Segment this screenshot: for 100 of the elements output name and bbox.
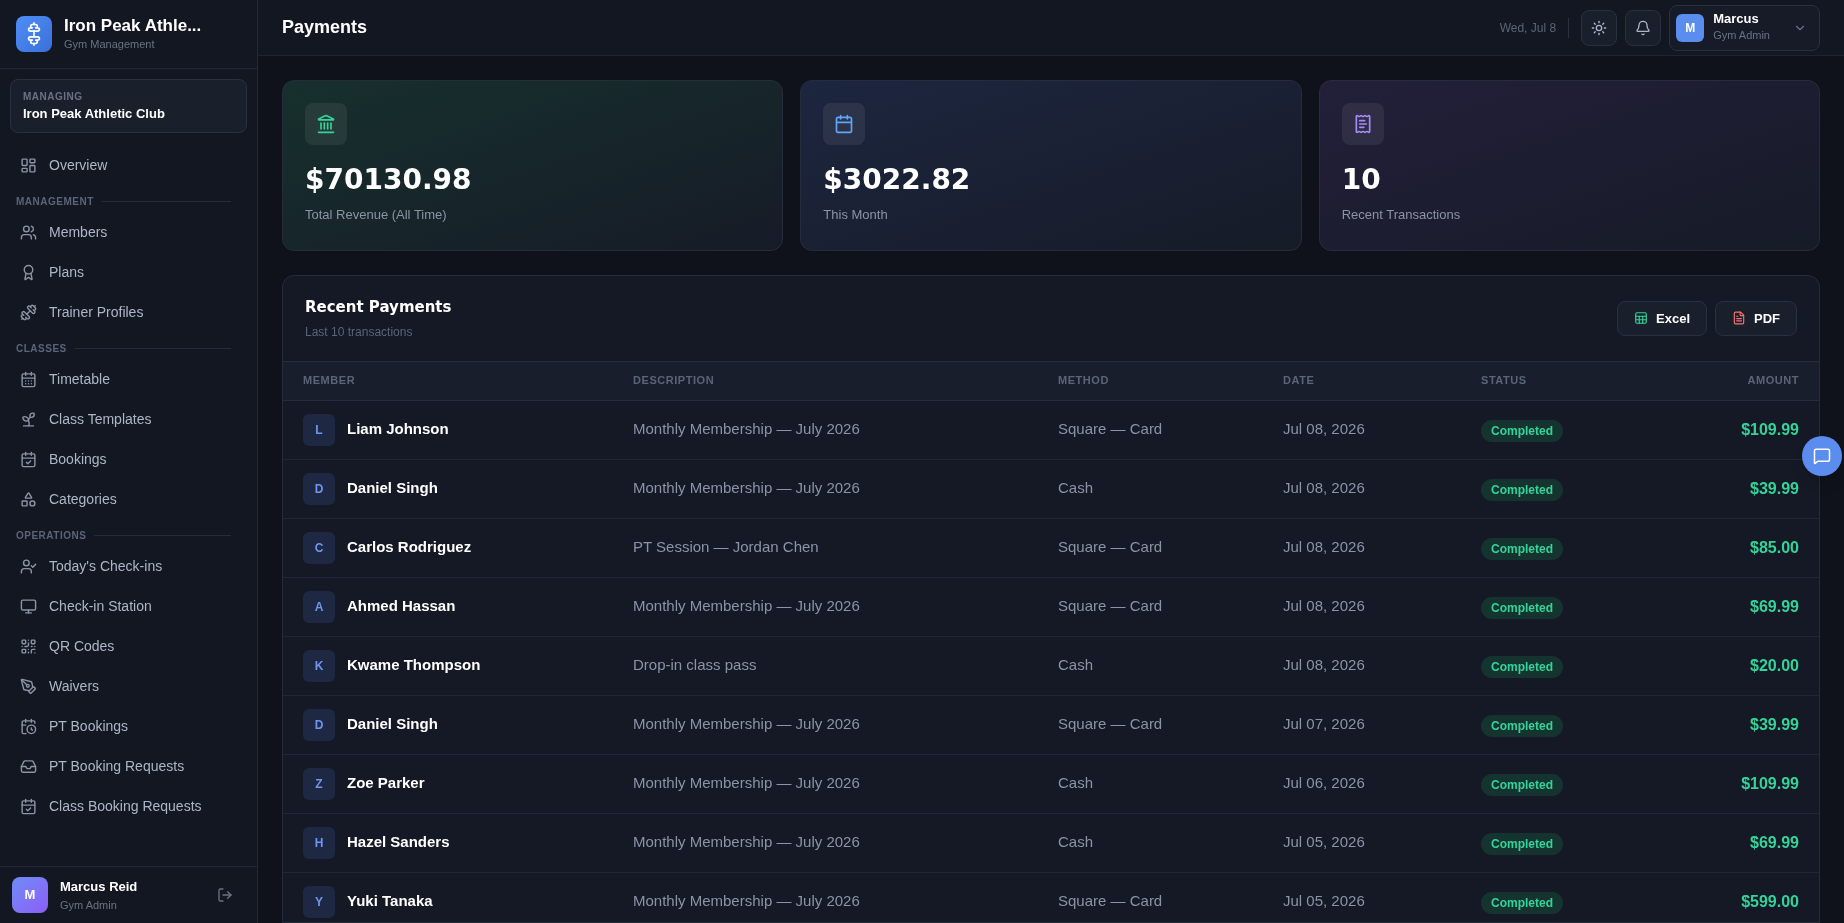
status-badge: Completed xyxy=(1481,714,1563,737)
method-cell-text: Cash xyxy=(1058,832,1095,853)
notifications-button[interactable] xyxy=(1625,9,1662,46)
amount-cell-text: $109.99 xyxy=(1740,419,1799,440)
nav-item[interactable]: Overview xyxy=(16,145,241,186)
method-cell-text: Cash xyxy=(1058,478,1095,499)
method-cell-text: Square — Card xyxy=(1058,537,1164,558)
member-avatar: L xyxy=(303,413,335,446)
description-cell-text: PT Session — Jordan Chen xyxy=(633,537,820,558)
card-subtitle: Last 10 transactions xyxy=(305,323,414,341)
shapes-icon xyxy=(20,490,37,508)
date-cell-text: Jul 08, 2026 xyxy=(1283,596,1366,617)
nav-item[interactable]: Timetable xyxy=(16,359,241,400)
nav-item[interactable]: Check-in Station xyxy=(16,586,241,627)
status-badge: Completed xyxy=(1481,832,1563,855)
status-badge: Completed xyxy=(1481,596,1563,619)
amount-cell-text: $69.99 xyxy=(1749,596,1799,617)
stat-value: $3022.82 xyxy=(823,162,972,198)
description-cell-text: Monthly Membership — July 2026 xyxy=(633,891,861,912)
nav-section-label: OPERATIONS xyxy=(16,529,87,544)
stat-value: $70130.98 xyxy=(305,162,473,198)
date-cell-text: Jul 08, 2026 xyxy=(1283,478,1366,499)
nav-item[interactable]: QR Codes xyxy=(16,626,241,667)
column-header: DESCRIPTION xyxy=(633,373,716,389)
chat-button[interactable] xyxy=(1802,436,1842,476)
nav-item[interactable]: PT Booking Requests xyxy=(16,746,241,787)
status-badge: Completed xyxy=(1481,891,1563,914)
member-name: Daniel Singh xyxy=(347,714,438,735)
status-badge: Completed xyxy=(1481,419,1563,442)
status-badge: Completed xyxy=(1481,773,1563,796)
inbox-icon xyxy=(20,757,37,775)
member-avatar: Z xyxy=(303,767,335,800)
managing-value: Iron Peak Athletic Club xyxy=(23,104,166,123)
member-avatar: H xyxy=(303,826,335,859)
spreadsheet-icon xyxy=(1634,311,1648,326)
logo-icon xyxy=(16,15,52,52)
description-cell-text: Drop-in class pass xyxy=(633,655,758,676)
sun-icon xyxy=(1591,19,1608,36)
bell-icon xyxy=(1635,19,1652,36)
member-avatar: Y xyxy=(303,885,335,918)
method-cell-text: Square — Card xyxy=(1058,596,1164,617)
method-cell-text: Square — Card xyxy=(1058,419,1164,440)
page-title: Payments xyxy=(282,16,369,39)
calendar-check-icon xyxy=(20,797,37,815)
column-header: AMOUNT xyxy=(1746,373,1799,389)
status-badge: Completed xyxy=(1481,478,1563,501)
nav-item[interactable]: Class Templates xyxy=(16,399,241,440)
member-name: Daniel Singh xyxy=(347,478,438,499)
date-text: Wed, Jul 8 xyxy=(1499,19,1557,37)
user-menu-button[interactable]: M Marcus Gym Admin xyxy=(1669,4,1820,51)
user-role: Gym Admin xyxy=(1713,28,1770,44)
column-header: STATUS xyxy=(1481,373,1528,389)
member-name: Kwame Thompson xyxy=(347,655,481,676)
date-cell-text: Jul 07, 2026 xyxy=(1283,714,1366,735)
method-cell-text: Cash xyxy=(1058,773,1095,794)
theme-toggle-button[interactable] xyxy=(1581,9,1618,46)
date-cell-text: Jul 08, 2026 xyxy=(1283,537,1366,558)
member-name: Liam Johnson xyxy=(347,419,449,440)
nav-item[interactable]: Members xyxy=(16,212,241,253)
pdf-icon xyxy=(1732,311,1746,326)
nav-item[interactable]: Bookings xyxy=(16,439,241,480)
dashboard-icon xyxy=(20,156,37,174)
export-pdf-button[interactable]: PDF xyxy=(1715,300,1797,336)
qr-code-icon xyxy=(20,637,37,655)
calendar-clock-icon xyxy=(20,717,37,735)
amount-cell-text: $69.99 xyxy=(1749,832,1799,853)
nav-section-label: MANAGEMENT xyxy=(16,195,94,210)
nav-item[interactable]: Waivers xyxy=(16,666,241,707)
calendar-check-icon xyxy=(20,450,37,468)
nav-section-label: CLASSES xyxy=(16,342,67,357)
description-cell-text: Monthly Membership — July 2026 xyxy=(633,832,861,853)
user-check-icon xyxy=(20,557,37,575)
member-avatar: K xyxy=(303,649,335,682)
stat-value: 10 xyxy=(1341,162,1382,198)
member-avatar: D xyxy=(303,708,335,741)
date-cell-text: Jul 08, 2026 xyxy=(1283,419,1366,440)
description-cell-text: Monthly Membership — July 2026 xyxy=(633,419,861,440)
user-role: Gym Admin xyxy=(60,897,118,913)
description-cell-text: Monthly Membership — July 2026 xyxy=(633,773,861,794)
nav-item[interactable]: Class Booking Requests xyxy=(16,786,241,827)
pen-icon xyxy=(20,677,37,695)
description-cell-text: Monthly Membership — July 2026 xyxy=(633,478,861,499)
member-avatar: D xyxy=(303,472,335,505)
column-header: DATE xyxy=(1283,373,1316,389)
date-cell-text: Jul 05, 2026 xyxy=(1283,832,1366,853)
logout-icon[interactable] xyxy=(217,887,233,903)
nav-item[interactable]: Today's Check-ins xyxy=(16,546,241,587)
nav-item[interactable]: Categories xyxy=(16,479,241,520)
monitor-icon xyxy=(20,597,37,615)
member-name: Hazel Sanders xyxy=(347,832,450,853)
nav-item[interactable]: PT Bookings xyxy=(16,706,241,747)
nav-item[interactable]: Trainer Profiles xyxy=(16,292,241,333)
calendar-icon xyxy=(20,370,37,388)
user-name: Marcus Reid xyxy=(60,878,139,896)
amount-cell-text: $85.00 xyxy=(1749,537,1799,558)
member-name: Zoe Parker xyxy=(347,773,425,794)
nav-item[interactable]: Plans xyxy=(16,252,241,293)
stat-label: This Month xyxy=(823,206,889,224)
export-excel-button[interactable]: Excel xyxy=(1617,300,1707,336)
method-cell-text: Square — Card xyxy=(1058,891,1164,912)
